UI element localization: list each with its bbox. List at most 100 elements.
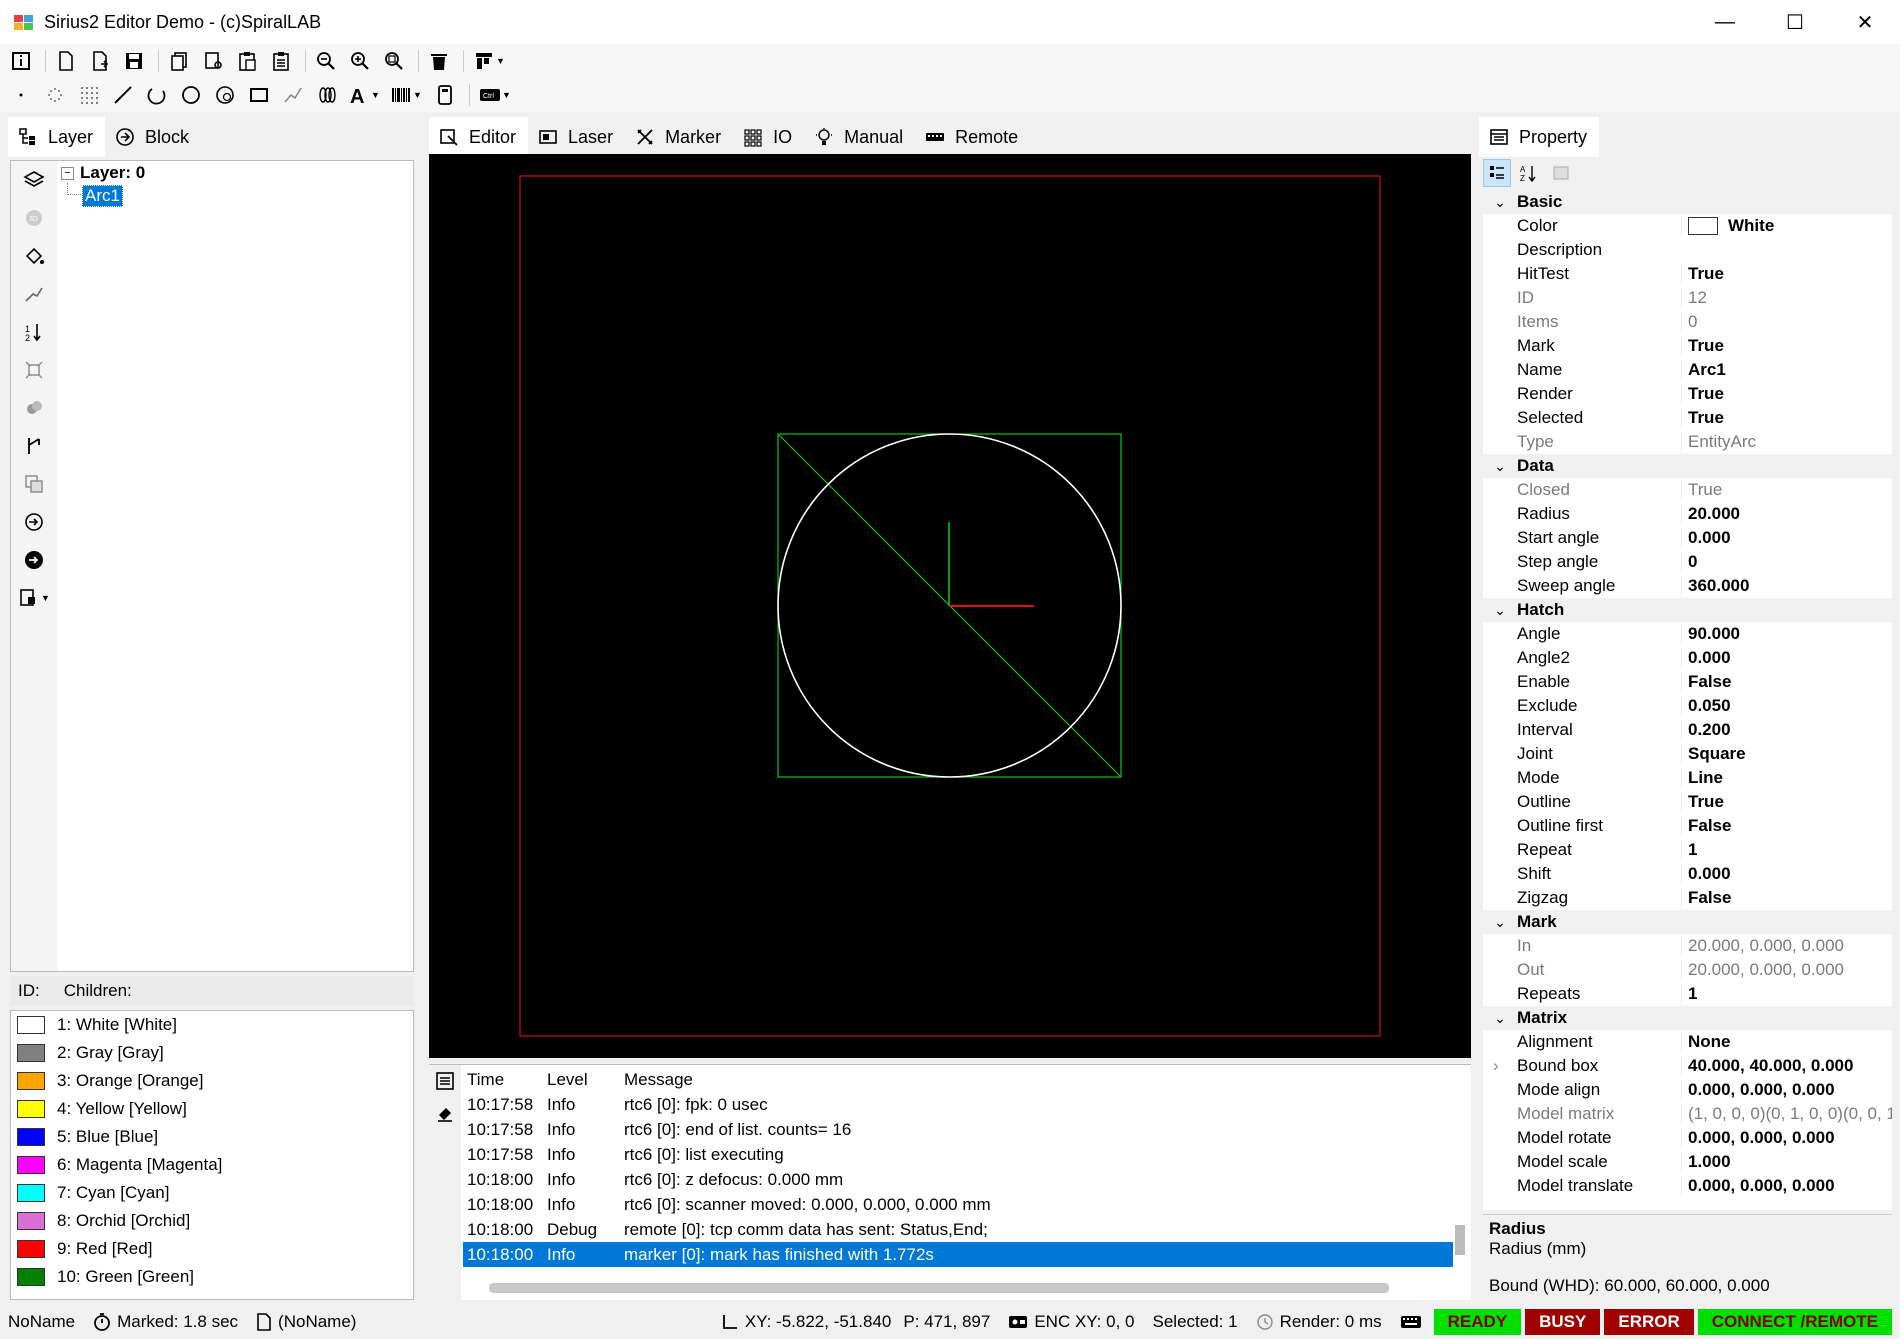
maximize-button[interactable]: ☐: [1760, 0, 1830, 44]
property-value[interactable]: (1, 0, 0, 0)(0, 1, 0, 0)(0, 0, 1: [1681, 1104, 1892, 1124]
points-icon[interactable]: [40, 80, 70, 110]
property-row[interactable]: Repeat 1: [1483, 838, 1892, 862]
collapse-chevron-icon[interactable]: ⌄: [1483, 602, 1517, 619]
minimize-button[interactable]: —: [1690, 0, 1760, 44]
pen-item[interactable]: 10: Green [Green]: [11, 1263, 413, 1291]
collapse-toggle[interactable]: −: [61, 166, 74, 180]
property-value[interactable]: 0: [1681, 312, 1892, 332]
property-value[interactable]: 1.000: [1681, 1152, 1892, 1172]
category-mark[interactable]: ⌄ Mark: [1483, 910, 1892, 934]
paste-icon[interactable]: [232, 46, 262, 76]
text-icon[interactable]: A ▼: [346, 80, 382, 110]
property-row[interactable]: Render True: [1483, 382, 1892, 406]
layers-icon[interactable]: [11, 161, 57, 199]
collapse-chevron-icon[interactable]: ⌄: [1483, 194, 1517, 211]
pen-item[interactable]: 4: Yellow [Yellow]: [11, 1095, 413, 1123]
log-row[interactable]: 10:17:58 Info rtc6 [0]: list executing: [463, 1142, 1453, 1167]
explode-icon[interactable]: [11, 351, 57, 389]
log-row[interactable]: 10:17:58 Info rtc6 [0]: end of list. count…: [463, 1117, 1453, 1142]
property-row[interactable]: Zigzag False: [1483, 886, 1892, 910]
zoom-fit-icon[interactable]: [379, 46, 409, 76]
collapse-chevron-icon[interactable]: ⌄: [1483, 1010, 1517, 1027]
close-button[interactable]: ✕: [1830, 0, 1900, 44]
pen-item[interactable]: 7: Cyan [Cyan]: [11, 1179, 413, 1207]
property-row[interactable]: Mode Line: [1483, 766, 1892, 790]
property-value[interactable]: True: [1681, 480, 1892, 500]
property-row[interactable]: › Bound box 40.000, 40.000, 0.000: [1483, 1054, 1892, 1078]
category-matrix[interactable]: ⌄ Matrix: [1483, 1006, 1892, 1030]
copy-icon[interactable]: [164, 46, 194, 76]
eraser-icon[interactable]: [429, 1097, 461, 1129]
property-row[interactable]: Enable False: [1483, 670, 1892, 694]
property-row[interactable]: Start angle 0.000: [1483, 526, 1892, 550]
property-row[interactable]: Step angle 0: [1483, 550, 1892, 574]
tree-node-arc1[interactable]: Arc1: [82, 185, 123, 207]
property-row[interactable]: Mode align 0.000, 0.000, 0.000: [1483, 1078, 1892, 1102]
pen-item[interactable]: 2: Gray [Gray]: [11, 1039, 413, 1067]
cut-icon[interactable]: [198, 46, 228, 76]
property-value[interactable]: True: [1681, 384, 1892, 404]
log-vscroll-thumb[interactable]: [1455, 1225, 1465, 1255]
property-value[interactable]: None: [1681, 1032, 1892, 1052]
log-row[interactable]: 10:18:00 Info rtc6 [0]: z defocus: 0.000 m…: [463, 1167, 1453, 1192]
tab-marker[interactable]: Marker: [625, 117, 733, 157]
property-value[interactable]: EntityArc: [1681, 432, 1892, 452]
alphabetical-icon[interactable]: AZ: [1515, 159, 1543, 187]
properties-icon[interactable]: ▼: [11, 579, 57, 617]
property-row[interactable]: In 20.000, 0.000, 0.000: [1483, 934, 1892, 958]
property-value[interactable]: 20.000: [1681, 504, 1892, 524]
property-row[interactable]: Mark True: [1483, 334, 1892, 358]
property-row[interactable]: HitTest True: [1483, 262, 1892, 286]
property-row[interactable]: Outline first False: [1483, 814, 1892, 838]
property-value[interactable]: True: [1681, 408, 1892, 428]
save-icon[interactable]: [119, 46, 149, 76]
property-value[interactable]: 0.050: [1681, 696, 1892, 716]
property-row[interactable]: Outline True: [1483, 790, 1892, 814]
tab-layer[interactable]: Layer: [8, 117, 106, 157]
spiral-icon[interactable]: [312, 80, 342, 110]
property-row[interactable]: Model translate 0.000, 0.000, 0.000: [1483, 1174, 1892, 1198]
export-icon[interactable]: [11, 541, 57, 579]
category-hatch[interactable]: ⌄ Hatch: [1483, 598, 1892, 622]
circle-icon[interactable]: [176, 80, 206, 110]
property-value[interactable]: Square: [1681, 744, 1892, 764]
new-doc-icon[interactable]: [85, 46, 115, 76]
category-data[interactable]: ⌄ Data: [1483, 454, 1892, 478]
info-icon[interactable]: [6, 46, 36, 76]
tab-io[interactable]: IO: [733, 117, 804, 157]
property-value[interactable]: 0.200: [1681, 720, 1892, 740]
property-row[interactable]: Joint Square: [1483, 742, 1892, 766]
copy-layer-icon[interactable]: [11, 465, 57, 503]
property-value[interactable]: True: [1681, 336, 1892, 356]
property-row[interactable]: Model matrix (1, 0, 0, 0)(0, 1, 0, 0)(0, …: [1483, 1102, 1892, 1126]
property-row[interactable]: Radius 20.000: [1483, 502, 1892, 526]
zoom-out-icon[interactable]: [311, 46, 341, 76]
property-value[interactable]: False: [1681, 672, 1892, 692]
log-row[interactable]: 10:17:58 Info rtc6 [0]: fpk: 0 usec: [463, 1092, 1453, 1117]
property-value[interactable]: 90.000: [1681, 624, 1892, 644]
property-row[interactable]: Interval 0.200: [1483, 718, 1892, 742]
polyline-icon[interactable]: [278, 80, 308, 110]
property-value[interactable]: 12: [1681, 288, 1892, 308]
log-list-icon[interactable]: [429, 1065, 461, 1097]
property-row[interactable]: Items 0: [1483, 310, 1892, 334]
line-icon[interactable]: [108, 80, 138, 110]
log-row[interactable]: 10:18:00 Debug remote [0]: tcp comm data h…: [463, 1217, 1453, 1242]
tab-manual[interactable]: Manual: [804, 117, 915, 157]
property-row[interactable]: Angle 90.000: [1483, 622, 1892, 646]
branch-icon[interactable]: [11, 427, 57, 465]
property-row[interactable]: Repeats 1: [1483, 982, 1892, 1006]
property-value[interactable]: True: [1681, 792, 1892, 812]
property-row[interactable]: Color White: [1483, 214, 1892, 238]
fill-icon[interactable]: [11, 237, 57, 275]
property-value[interactable]: 0.000, 0.000, 0.000: [1681, 1176, 1892, 1196]
barcode-icon[interactable]: ▼: [386, 80, 426, 110]
3d-icon[interactable]: 3D: [11, 199, 57, 237]
tab-remote[interactable]: Remote: [915, 117, 1030, 157]
property-value[interactable]: 0.000: [1681, 648, 1892, 668]
property-row[interactable]: Shift 0.000: [1483, 862, 1892, 886]
property-value[interactable]: 360.000: [1681, 576, 1892, 596]
delete-icon[interactable]: [424, 46, 454, 76]
tree-node-layer[interactable]: − Layer: 0: [61, 163, 145, 183]
new-file-icon[interactable]: [51, 46, 81, 76]
